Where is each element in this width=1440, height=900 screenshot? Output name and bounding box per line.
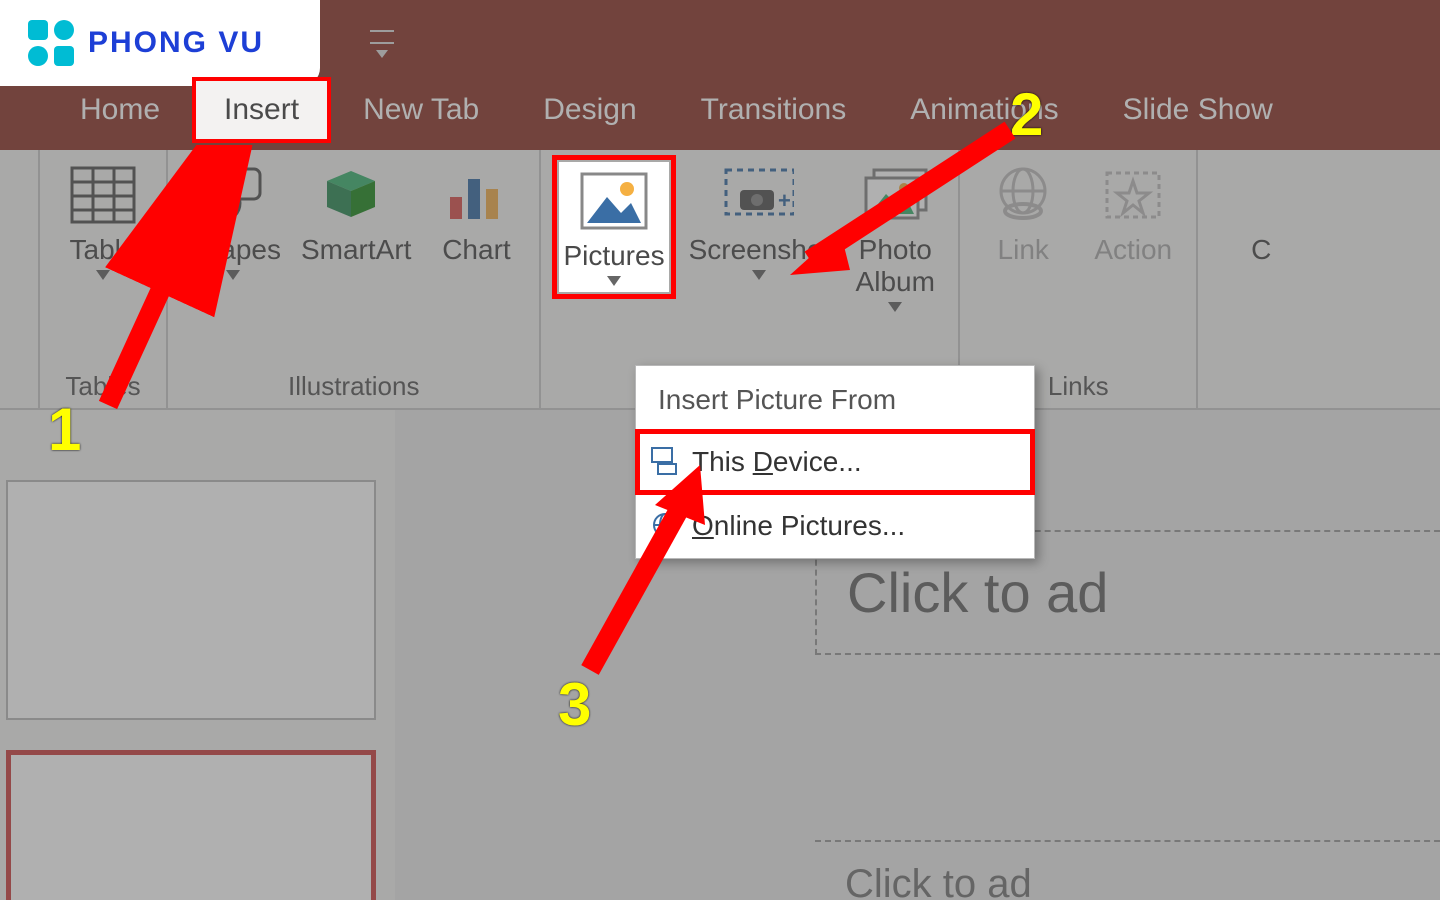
dropdown-online-pictures[interactable]: Online Pictures...	[636, 494, 1034, 558]
pictures-button[interactable]: Pictures	[559, 162, 668, 292]
photo-album-icon	[860, 162, 930, 228]
chart-icon	[441, 162, 511, 228]
table-icon	[68, 162, 138, 228]
smartart-button[interactable]: SmartArt	[301, 162, 411, 266]
screenshot-label: Screenshot	[689, 234, 831, 280]
table-label: Table	[70, 234, 137, 280]
ribbon-tabstrip: Home Insert New Tab Design Transitions A…	[0, 70, 1440, 150]
slide-thumbnail-pane[interactable]	[0, 410, 395, 900]
logo-mark-icon	[28, 20, 74, 66]
content-placeholder-text: Click to ad	[845, 862, 1440, 900]
link-label: Link	[998, 234, 1049, 266]
pictures-dropdown: Insert Picture From This Device... Onlin…	[635, 365, 1035, 559]
group-trailing-fragment: C	[1198, 150, 1306, 408]
qat-customize-icon[interactable]	[370, 30, 394, 44]
tab-home[interactable]: Home	[50, 79, 190, 141]
table-button[interactable]: Table	[58, 162, 148, 280]
logo-text: PHONG VU	[88, 26, 264, 60]
tab-slideshow[interactable]: Slide Show	[1093, 79, 1303, 141]
chart-button[interactable]: Chart	[431, 162, 521, 266]
partial-label: C	[1251, 234, 1271, 266]
tab-design[interactable]: Design	[513, 79, 666, 141]
shapes-button[interactable]: Shapes	[186, 162, 281, 280]
partial-button[interactable]: C	[1216, 162, 1306, 266]
photo-album-button[interactable]: Photo Album	[850, 162, 940, 312]
screenshot-icon: +	[724, 162, 794, 228]
slide-thumbnail[interactable]	[6, 480, 376, 720]
tables-group-label: Tables	[65, 367, 140, 402]
tab-newtab[interactable]: New Tab	[333, 79, 509, 141]
dropdown-this-device-label: This Device...	[692, 446, 862, 477]
device-icon	[650, 446, 680, 476]
chart-label: Chart	[442, 234, 510, 266]
action-button[interactable]: Action	[1088, 162, 1178, 266]
dropdown-this-device[interactable]: This Device...	[636, 430, 1034, 494]
svg-text:+: +	[778, 188, 791, 213]
group-tables: Table Tables	[40, 150, 168, 408]
screenshot-button[interactable]: + Screenshot	[689, 162, 831, 280]
action-label: Action	[1094, 234, 1172, 266]
photo-album-label: Photo Album	[856, 234, 935, 312]
content-placeholder[interactable]: Click to ad	[815, 840, 1440, 900]
link-button[interactable]: Link	[978, 162, 1068, 266]
dropdown-online-label: Online Pictures...	[692, 510, 905, 541]
pictures-label: Pictures	[563, 240, 664, 286]
title-placeholder-text: Click to ad	[847, 560, 1440, 625]
shapes-label: Shapes	[186, 234, 281, 280]
shapes-icon	[198, 162, 268, 228]
smartart-icon	[321, 162, 391, 228]
pictures-icon	[579, 168, 649, 234]
links-group-label: Links	[1048, 367, 1109, 402]
action-icon	[1098, 162, 1168, 228]
tab-transitions[interactable]: Transitions	[671, 79, 877, 141]
smartart-label: SmartArt	[301, 234, 411, 266]
dropdown-header: Insert Picture From	[636, 366, 1034, 430]
link-icon	[988, 162, 1058, 228]
tab-insert[interactable]: Insert	[194, 79, 329, 141]
slide-thumbnail[interactable]	[6, 750, 376, 900]
tab-animations[interactable]: Animations	[880, 79, 1088, 141]
globe-icon	[650, 510, 680, 540]
group-leading-fragment	[0, 150, 40, 408]
illustrations-group-label: Illustrations	[288, 367, 420, 402]
group-illustrations: Shapes SmartArt Chart Illustrations	[168, 150, 541, 408]
watermark-logo: PHONG VU	[0, 0, 320, 86]
